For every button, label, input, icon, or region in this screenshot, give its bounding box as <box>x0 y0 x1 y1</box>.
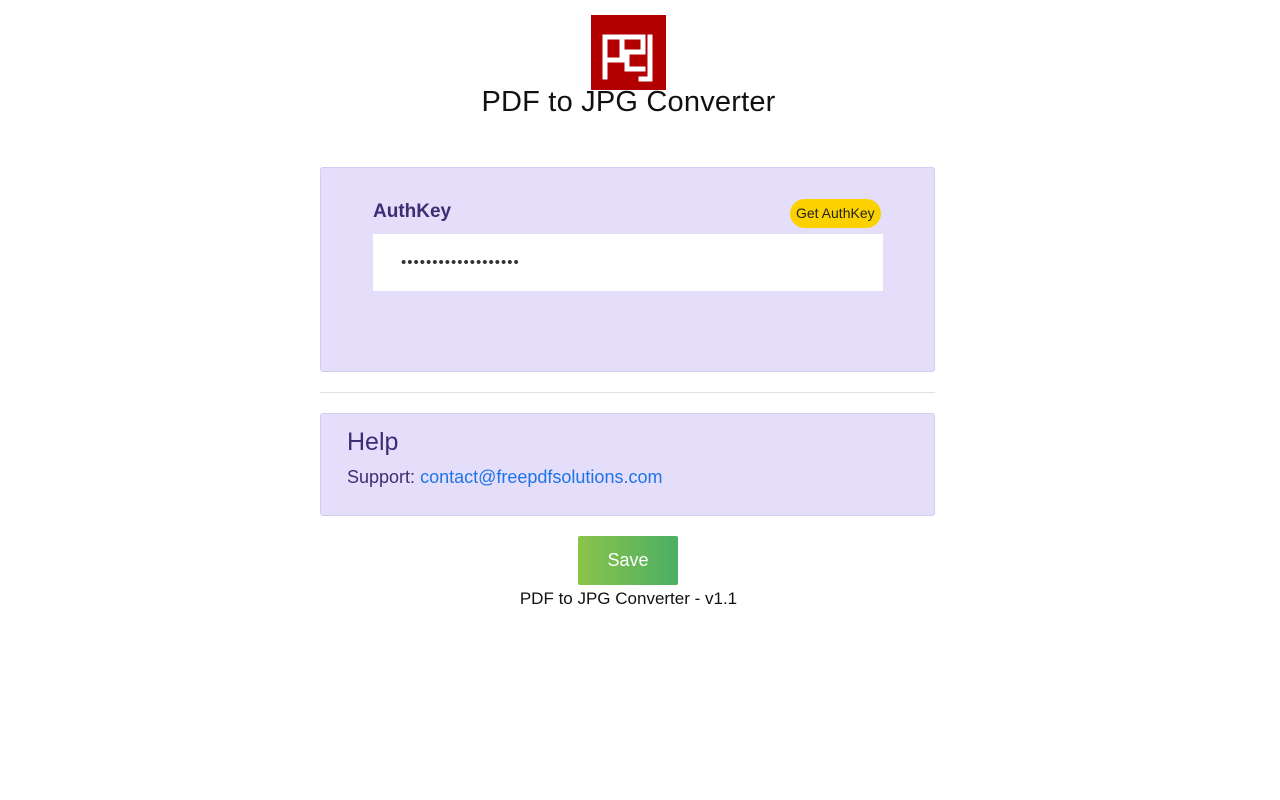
get-authkey-button[interactable]: Get AuthKey <box>790 199 881 228</box>
save-button[interactable]: Save <box>578 536 678 585</box>
page-title: PDF to JPG Converter <box>481 86 776 118</box>
authkey-label: AuthKey <box>373 201 452 222</box>
p2j-logo-icon <box>599 23 658 82</box>
section-divider <box>320 392 935 393</box>
authkey-input[interactable] <box>373 234 883 291</box>
authkey-card: AuthKey Get AuthKey <box>320 167 935 372</box>
app-logo <box>591 15 666 90</box>
options-page: PDF to JPG Converter AuthKey Get AuthKey… <box>0 0 1280 800</box>
support-email-link[interactable]: contact@freepdfsolutions.com <box>420 467 662 487</box>
support-prefix: Support: <box>347 467 416 487</box>
help-title: Help <box>347 428 399 456</box>
support-line: Support: contact@freepdfsolutions.com <box>347 467 662 488</box>
help-card: Help Support: contact@freepdfsolutions.c… <box>320 413 935 516</box>
version-text: PDF to JPG Converter - v1.1 <box>519 589 738 608</box>
